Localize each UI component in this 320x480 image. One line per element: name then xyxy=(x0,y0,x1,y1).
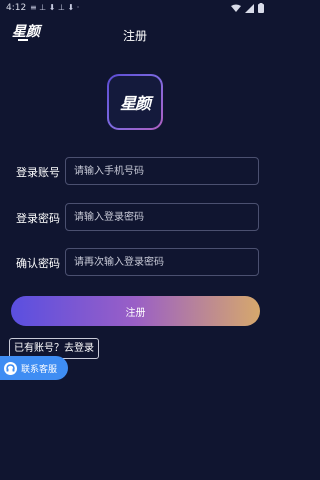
app-logo-text: 星颜 xyxy=(119,94,151,113)
page-title: 注册 xyxy=(122,29,147,43)
signal-icon xyxy=(245,3,254,13)
wifi-icon xyxy=(231,4,241,12)
password-input[interactable] xyxy=(65,203,259,231)
app-logo: 星颜 xyxy=(107,74,163,130)
account-row: 登录账号 xyxy=(0,157,270,185)
account-input[interactable] xyxy=(65,157,259,185)
account-label: 登录账号 xyxy=(16,166,60,179)
notification-icons: ≡ ⊥ ⬇ ⊥ ⬇ · xyxy=(30,3,80,12)
status-bar: 4:12 ≡ ⊥ ⬇ ⊥ ⬇ · xyxy=(0,0,270,18)
status-time: 4:12 xyxy=(6,3,27,13)
headset-icon xyxy=(4,361,17,375)
password-row: 登录密码 xyxy=(0,203,270,231)
password-label: 登录密码 xyxy=(16,212,60,225)
confirm-password-row: 确认密码 xyxy=(0,248,270,276)
confirm-password-label: 确认密码 xyxy=(16,257,60,270)
battery-icon xyxy=(258,3,264,13)
status-right-icons xyxy=(231,3,264,13)
contact-support-button[interactable]: 联系客服 xyxy=(0,356,68,380)
contact-support-label: 联系客服 xyxy=(21,364,58,375)
header: 星颜 注册 xyxy=(0,18,270,52)
register-button[interactable]: 注册 xyxy=(11,296,260,326)
confirm-password-input[interactable] xyxy=(65,248,259,276)
